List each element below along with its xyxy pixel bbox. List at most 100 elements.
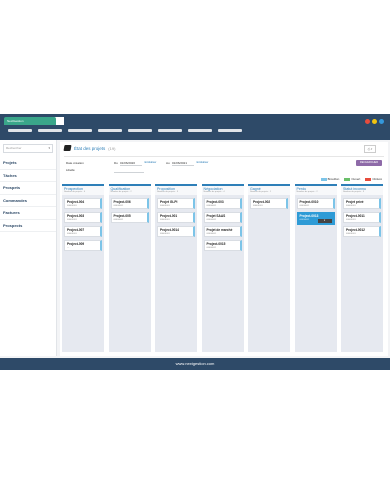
to-label: Au	[166, 161, 170, 165]
card-title: Project-0013	[299, 214, 319, 218]
card-meta: 00000001	[206, 233, 217, 235]
minimize-dot-icon[interactable]	[372, 119, 377, 124]
column-count: Nombre de projets : 4	[203, 191, 225, 193]
kanban-column: Négociation Nombre de projets : 4 Project-…	[201, 184, 244, 352]
page-title: État des projets	[74, 145, 106, 151]
status-legend: Brouillon Ouvert Clôturé	[320, 177, 382, 181]
reset-from-link[interactable]: réinitialiser	[144, 161, 156, 164]
card-title: Project-003	[67, 214, 85, 218]
project-card[interactable]: Project-003 00000001	[203, 198, 242, 209]
card-meta: 00000001	[113, 219, 124, 221]
card-title: Projet GLPI	[160, 200, 178, 204]
menu-item[interactable]	[68, 129, 92, 132]
footer[interactable]: www.nextgestion.com	[0, 358, 390, 370]
search-button[interactable]: RECHERCHER	[356, 160, 382, 166]
menu-item[interactable]	[128, 129, 152, 132]
sidebar-item-prospets[interactable]: Prospets	[0, 182, 56, 195]
chevron-down-icon[interactable]: ▾	[48, 145, 50, 152]
card-meta: 00000001	[346, 205, 356, 207]
reset-to-link[interactable]: réinitialiser	[196, 161, 208, 164]
project-card[interactable]: Project-003 00000001	[64, 212, 102, 223]
print-button[interactable]: ⎙ ▾	[364, 145, 376, 153]
project-card[interactable]: Projet privé 00000001	[343, 198, 381, 209]
card-meta: 00000001	[160, 205, 170, 207]
kanban-board: Prospection Nombre de projets : 4 Project-…	[62, 184, 386, 354]
from-date-input[interactable]: 01/06/2020	[120, 161, 142, 166]
column-header: Statut inconnu Nombre de projets : 3	[341, 184, 383, 195]
sidebar-search-placeholder: Rechercher	[6, 146, 22, 150]
card-meta: 00000001	[346, 233, 356, 235]
card-title: Projet SAAS	[206, 214, 226, 218]
menu-item[interactable]	[8, 129, 32, 132]
sidebar-item-commandes[interactable]: Commandes	[0, 195, 56, 207]
kanban-column: Proposition Nombre de projets : 3 Projet G…	[155, 184, 197, 352]
project-card[interactable]: Projet SAAS 00000001	[203, 212, 242, 223]
project-card[interactable]: Project-004 00000001	[64, 198, 102, 209]
kanban-column: Gagné Nombre de projets : 1 Project-002 000…	[248, 184, 290, 352]
card-title: Project-005	[113, 214, 131, 218]
brand-logo[interactable]: NextGestion	[4, 117, 56, 125]
project-card[interactable]: Project-0010 00000001	[296, 198, 335, 209]
to-date-input[interactable]: 01/06/2021	[172, 161, 194, 166]
legend-swatch	[344, 177, 351, 181]
card-title: Project-001	[160, 214, 178, 218]
project-card[interactable]: Project-0011 00000001	[343, 212, 381, 223]
card-title: Project-007	[67, 228, 85, 232]
column-count: Nombre de projets : 4	[64, 191, 86, 193]
sidebar-item-prospects[interactable]: Prospects	[0, 220, 56, 232]
card-meta: 00000001	[160, 233, 170, 235]
app-window: NextGestion Rechercher ▾ Projets Tâches …	[0, 114, 390, 370]
kanban-column: Qualification Nombre de projets : 2 Projec…	[108, 184, 151, 352]
card-meta: 00000001	[206, 219, 217, 221]
project-card[interactable]: Projet GLPI 00000001	[157, 198, 195, 209]
project-card[interactable]: Projet de marché 00000001	[203, 226, 242, 237]
legend-item-cloture: Clôturé	[365, 177, 382, 181]
card-title: Projet privé	[346, 200, 364, 204]
sidebar-search-input[interactable]: Rechercher ▾	[3, 144, 53, 153]
libelle-input[interactable]	[114, 168, 144, 173]
maximize-dot-icon[interactable]	[379, 119, 384, 124]
column-header: Qualification Nombre de projets : 2	[108, 184, 151, 195]
sidebar-item-projets[interactable]: Projets	[0, 157, 56, 170]
legend-item-brouillon: Brouillon	[320, 177, 340, 181]
card-meta: 00000001	[160, 219, 170, 221]
card-title: Project-006	[113, 200, 131, 204]
card-meta: 00000001	[253, 205, 263, 207]
project-card[interactable]: Project-007 00000001	[64, 226, 102, 237]
column-count: Nombre de projets : 2	[296, 191, 318, 193]
card-meta: 00000001	[206, 205, 217, 207]
card-title: Project-002	[253, 200, 271, 204]
kanban-column: Prospection Nombre de projets : 4 Project-…	[62, 184, 104, 352]
project-card[interactable]: Project-0012 00000001	[343, 226, 381, 237]
card-menu-toggle[interactable]: ▾	[317, 219, 332, 223]
column-header: Prospection Nombre de projets : 4	[62, 184, 104, 195]
sidebar-item-taches[interactable]: Tâches	[0, 170, 56, 182]
column-header: Perdu Nombre de projets : 2	[294, 184, 337, 195]
project-card[interactable]: Project-0013 00000001 ▾	[296, 212, 335, 225]
project-card[interactable]: Project-009—	[64, 240, 102, 251]
legend-label: Ouvert	[351, 177, 361, 181]
project-card[interactable]: Project-005 00000001	[110, 212, 149, 223]
project-card[interactable]: Project-001 00000001	[157, 212, 195, 223]
projects-icon	[63, 145, 72, 151]
close-dot-icon[interactable]	[365, 119, 370, 124]
from-label: Du	[114, 161, 118, 165]
card-title: Project-004	[67, 200, 85, 204]
project-card[interactable]: Project-0015 00000001	[203, 240, 242, 251]
card-meta: 00000001	[299, 205, 310, 207]
legend-item-ouvert: Ouvert	[344, 177, 360, 181]
menu-item[interactable]	[188, 129, 212, 132]
kanban-column: Statut inconnu Nombre de projets : 3 Proje…	[341, 184, 383, 352]
menu-item[interactable]	[158, 129, 182, 132]
column-count: Nombre de projets : 3	[157, 191, 179, 193]
project-card[interactable]: Project-002 00000001	[250, 198, 288, 209]
menu-item[interactable]	[98, 129, 122, 132]
card-title: Project-0014	[160, 228, 179, 232]
project-card[interactable]: Project-006 00000001	[110, 198, 149, 209]
legend-label: Brouillon	[327, 177, 340, 181]
main-menu	[8, 129, 242, 132]
sidebar-item-factures[interactable]: Factures	[0, 207, 56, 220]
menu-item[interactable]	[38, 129, 62, 132]
project-card[interactable]: Project-0014 00000001	[157, 226, 195, 237]
menu-item[interactable]	[218, 129, 242, 132]
